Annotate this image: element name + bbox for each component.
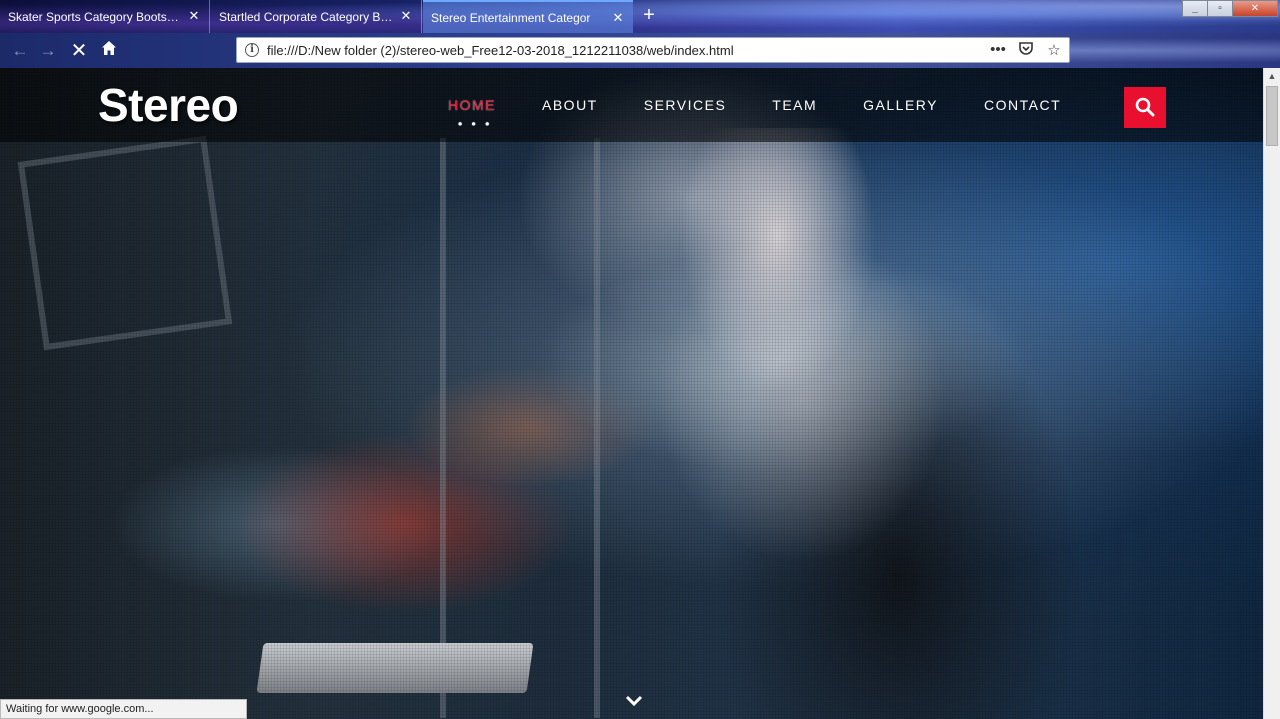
browser-tab[interactable]: Skater Sports Category Bootstrap R ✕ xyxy=(0,0,210,33)
browser-tab-strip: Skater Sports Category Bootstrap R ✕ Sta… xyxy=(0,0,1280,33)
address-bar[interactable]: i file:///D:/New folder (2)/stereo-web_F… xyxy=(236,37,1070,63)
search-icon xyxy=(1135,97,1155,117)
site-header: Stereo HOME • • • ABOUT SERVICES TEAM GA… xyxy=(0,68,1263,142)
nav-item-team[interactable]: TEAM xyxy=(772,97,817,113)
close-icon[interactable]: ✕ xyxy=(611,11,625,25)
tab-title: Stereo Entertainment Categor xyxy=(431,10,591,25)
browser-tab-active[interactable]: Stereo Entertainment Categor ✕ xyxy=(423,0,633,33)
window-minimize-button[interactable]: _ xyxy=(1182,0,1208,17)
nav-item-label: CONTACT xyxy=(984,97,1062,113)
scrollbar-thumb[interactable] xyxy=(1266,86,1278,146)
browser-tab[interactable]: Startled Corporate Category Bootst ✕ xyxy=(211,0,422,33)
window-close-button[interactable]: ✕ xyxy=(1232,0,1278,17)
nav-item-label: SERVICES xyxy=(643,97,727,113)
home-icon[interactable] xyxy=(97,39,121,63)
main-nav: HOME • • • ABOUT SERVICES TEAM GALLERY C… xyxy=(448,97,1107,131)
scroll-up-arrow-icon[interactable]: ▲ xyxy=(1264,68,1280,84)
nav-item-home[interactable]: HOME • • • xyxy=(448,97,496,131)
status-bar: Waiting for www.google.com... xyxy=(0,699,247,719)
site-logo[interactable]: Stereo xyxy=(98,78,239,132)
nav-item-contact[interactable]: CONTACT xyxy=(984,97,1061,113)
nav-item-label: ABOUT xyxy=(542,97,598,113)
search-button[interactable] xyxy=(1124,87,1166,128)
star-icon[interactable]: ☆ xyxy=(1045,41,1063,60)
close-icon[interactable]: ✕ xyxy=(187,9,201,23)
vertical-scrollbar[interactable]: ▲ xyxy=(1263,68,1280,719)
page-viewport: Stereo HOME • • • ABOUT SERVICES TEAM GA… xyxy=(0,68,1263,719)
more-dots-icon[interactable]: ••• xyxy=(989,41,1007,60)
page-actions: ••• ☆ xyxy=(989,41,1063,60)
hero-dot-overlay xyxy=(0,68,1263,719)
nav-item-services[interactable]: SERVICES xyxy=(644,97,727,113)
nav-item-about[interactable]: ABOUT xyxy=(542,97,598,113)
tab-title: Skater Sports Category Bootstrap R xyxy=(8,9,181,24)
info-icon[interactable]: i xyxy=(245,43,259,57)
chevron-down-icon[interactable] xyxy=(624,693,644,709)
forward-arrow-icon[interactable]: → xyxy=(36,39,60,63)
back-arrow-icon[interactable]: ← xyxy=(8,39,32,63)
window-maximize-button[interactable]: ▫ xyxy=(1207,0,1233,17)
url-text[interactable]: file:///D:/New folder (2)/stereo-web_Fre… xyxy=(267,43,734,58)
pocket-icon[interactable] xyxy=(1017,41,1035,60)
active-indicator: • • • xyxy=(458,117,493,131)
tab-title: Startled Corporate Category Bootst xyxy=(219,9,393,24)
nav-item-label: TEAM xyxy=(772,97,818,113)
new-tab-button[interactable]: + xyxy=(638,4,660,28)
nav-item-label: HOME xyxy=(448,97,496,113)
close-icon[interactable]: ✕ xyxy=(399,9,413,23)
nav-item-gallery[interactable]: GALLERY xyxy=(863,97,938,113)
stop-loading-icon[interactable]: ✕ xyxy=(67,39,91,63)
nav-item-label: GALLERY xyxy=(863,97,939,113)
hero-background-image xyxy=(0,68,1263,719)
